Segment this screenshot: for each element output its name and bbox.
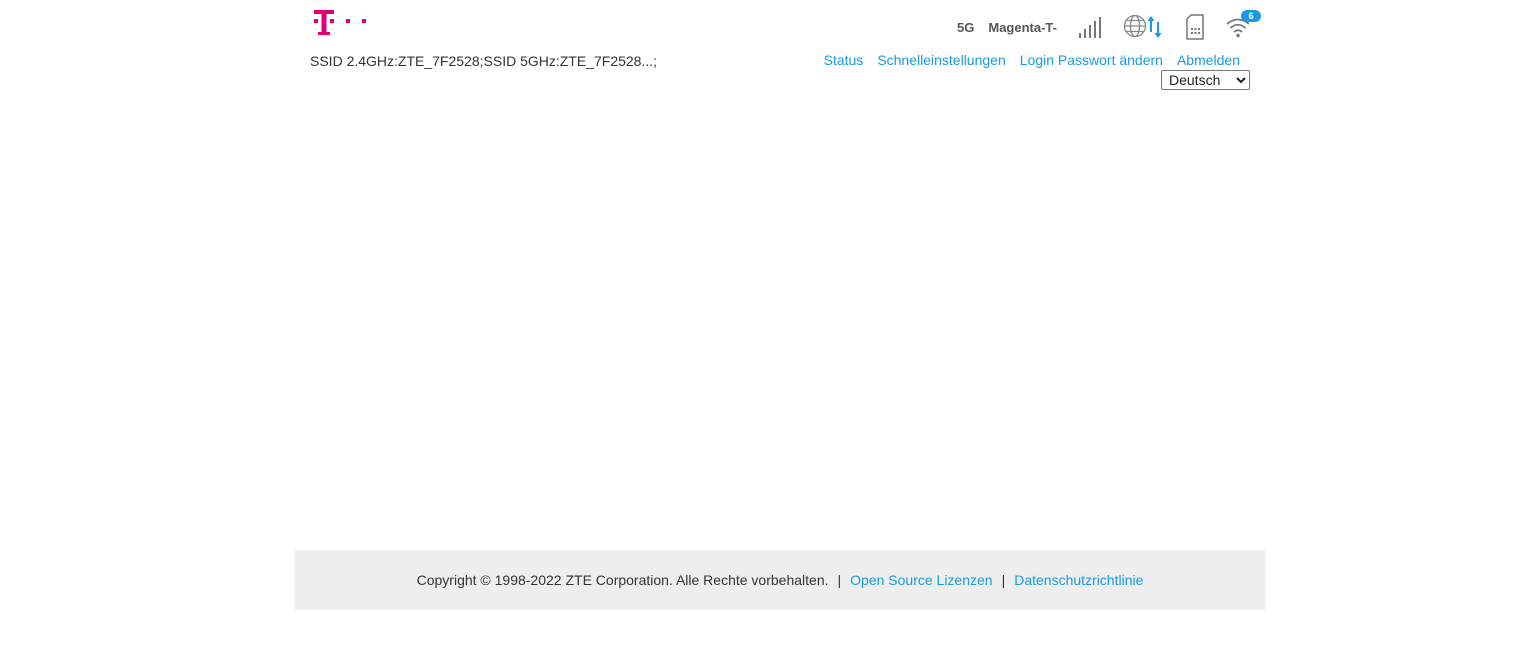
nav-status-link[interactable]: Status — [824, 52, 864, 68]
status-bar: 5G Magenta-T- 6 — [957, 10, 1261, 44]
nav-change-password-link[interactable]: Login Passwort ändern — [1020, 52, 1163, 68]
nav-logout-link[interactable]: Abmelden — [1177, 52, 1240, 68]
footer-separator: | — [1001, 572, 1006, 588]
sim-card-icon — [1185, 14, 1205, 40]
page-container: 5G Magenta-T- 6 SSID 2.4GHz:ZTE_7F2528;S… — [295, 0, 1265, 669]
footer: Copyright © 1998-2022 ZTE Corporation. A… — [295, 550, 1265, 610]
telekom-logo — [314, 10, 366, 35]
copyright-text: Copyright © 1998-2022 ZTE Corporation. A… — [416, 572, 829, 588]
footer-separator: | — [837, 572, 842, 588]
language-select[interactable]: Deutsch — [1161, 70, 1250, 90]
globe-transfer-icon — [1123, 14, 1165, 40]
operator-name: Magenta-T- — [988, 19, 1057, 35]
privacy-policy-link[interactable]: Datenschutzrichtlinie — [1014, 572, 1143, 588]
wifi-client-count-badge: 6 — [1241, 10, 1261, 22]
nav-quick-settings-link[interactable]: Schnelleinstellungen — [877, 52, 1005, 68]
top-nav: Status Schnelleinstellungen Login Passwo… — [824, 52, 1240, 68]
wifi-icon: 6 — [1225, 10, 1261, 38]
open-source-licenses-link[interactable]: Open Source Lizenzen — [850, 572, 992, 588]
signal-strength-icon — [1077, 15, 1103, 39]
network-type-label: 5G — [957, 19, 975, 35]
ssid-info: SSID 2.4GHz:ZTE_7F2528;SSID 5GHz:ZTE_7F2… — [310, 53, 658, 69]
